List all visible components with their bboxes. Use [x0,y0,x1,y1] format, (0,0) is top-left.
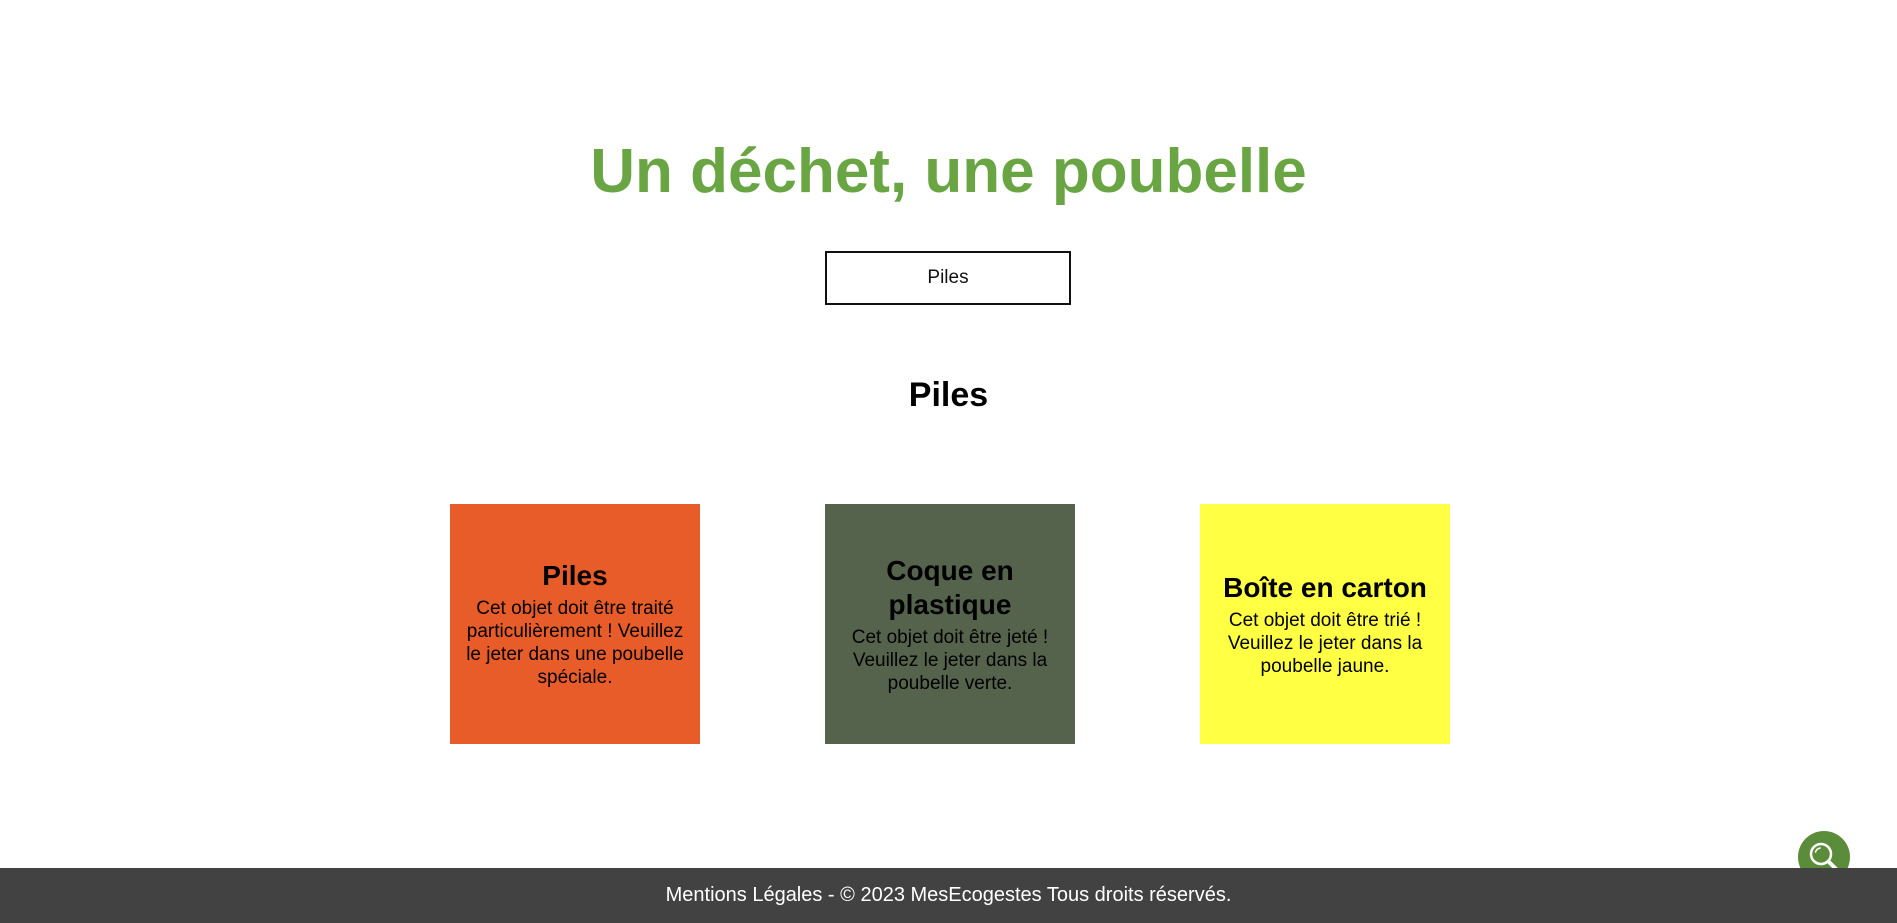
waste-card-cardboard-box: Boîte en carton Cet objet doit être trié… [1200,504,1450,744]
footer: Mentions Légales - © 2023 MesEcogestes T… [0,868,1897,923]
card-title: Coque en plastique [886,554,1014,620]
footer-text: Mentions Légales - © 2023 MesEcogestes T… [665,884,1232,906]
search-input[interactable] [825,251,1071,305]
waste-card-piles: Piles Cet objet doit être traité particu… [450,504,700,744]
card-description: Cet objet doit être trié ! Veuillez le j… [1227,609,1423,677]
card-title: Piles [542,560,608,591]
page-title: Un déchet, une poubelle [590,137,1307,206]
waste-card-plastic-case: Coque en plastique Cet objet doit être j… [825,504,1075,744]
card-title: Boîte en carton [1223,571,1427,603]
card-description: Cet objet doit être jeté ! Veuillez le j… [851,626,1049,694]
page: Un déchet, une poubelle Piles Piles Cet … [0,0,1897,923]
result-heading: Piles [908,376,989,414]
card-description: Cet objet doit être traité particulièrem… [466,598,684,688]
